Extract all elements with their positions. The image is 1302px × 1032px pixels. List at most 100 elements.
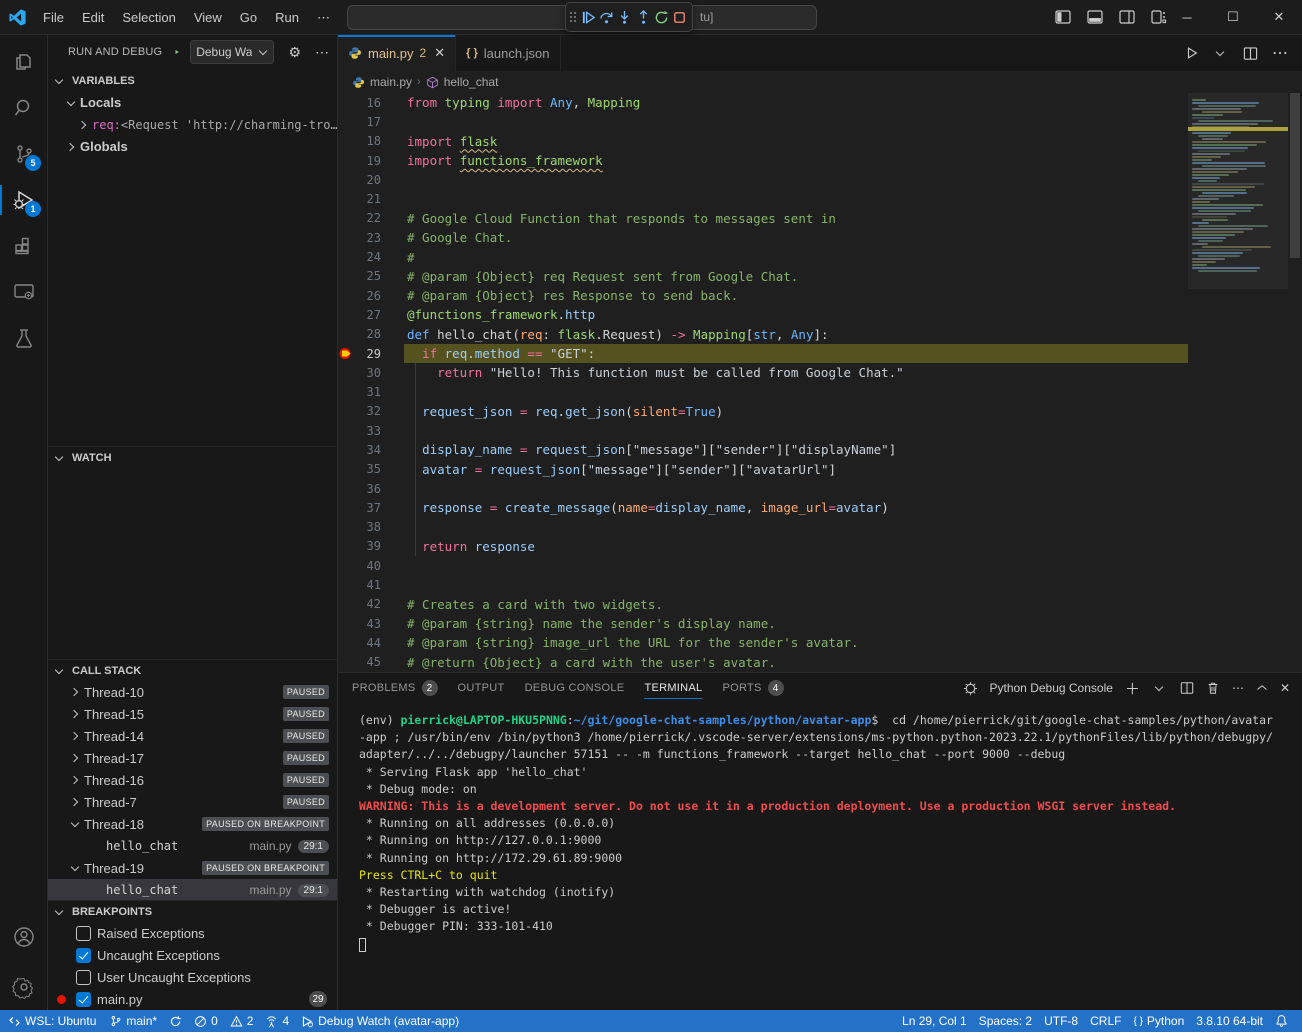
- toggle-secondary-sidebar-icon[interactable]: [1119, 9, 1135, 25]
- code-line[interactable]: 33: [338, 421, 1188, 440]
- breakpoint-gutter[interactable]: [338, 518, 356, 537]
- split-terminal-icon[interactable]: [1180, 681, 1194, 695]
- status-right-item[interactable]: 3.8.10 64-bit: [1190, 1014, 1269, 1028]
- breakpoint-gutter[interactable]: [338, 402, 356, 421]
- notifications-bell-icon[interactable]: [1269, 1014, 1294, 1027]
- breakpoint-gutter[interactable]: [338, 132, 356, 151]
- breakpoint-gutter[interactable]: [338, 267, 356, 286]
- breakpoint-gutter[interactable]: [338, 382, 356, 401]
- breakpoint-gutter[interactable]: [338, 189, 356, 208]
- breakpoint-gutter[interactable]: [338, 344, 356, 363]
- testing-icon[interactable]: [0, 315, 47, 361]
- breakpoint-item[interactable]: Raised Exceptions: [48, 922, 337, 944]
- breakpoint-gutter[interactable]: [338, 440, 356, 459]
- callstack-thread[interactable]: Thread-14PAUSED: [48, 725, 337, 747]
- menu-run[interactable]: Run: [266, 1, 308, 34]
- run-python-file-icon[interactable]: [1185, 46, 1199, 60]
- code-line[interactable]: 25# @param {Object} req Request sent fro…: [338, 267, 1188, 286]
- breakpoint-gutter[interactable]: [338, 556, 356, 575]
- breakpoint-gutter[interactable]: [338, 614, 356, 633]
- tab-launch.json[interactable]: { }launch.json: [456, 35, 560, 71]
- status-sync[interactable]: [163, 1010, 188, 1032]
- status-debug[interactable]: Debug Watch (avatar-app): [295, 1010, 465, 1032]
- code-line[interactable]: 16from typing import Any, Mapping: [338, 93, 1188, 112]
- breakpoint-gutter[interactable]: [338, 498, 356, 517]
- code-area[interactable]: 16from typing import Any, Mapping1718imp…: [338, 93, 1188, 672]
- code-line[interactable]: 34 display_name = request_json["message"…: [338, 440, 1188, 459]
- debug-settings-gear-icon[interactable]: ⚙: [288, 44, 301, 61]
- breakpoint-gutter[interactable]: [338, 595, 356, 614]
- run-and-debug-icon[interactable]: 1: [0, 177, 47, 223]
- step-over-button[interactable]: [598, 6, 614, 28]
- code-line[interactable]: 36: [338, 479, 1188, 498]
- code-line[interactable]: 23# Google Chat.: [338, 228, 1188, 247]
- breakpoint-gutter[interactable]: [338, 479, 356, 498]
- breakpoint-gutter[interactable]: [338, 421, 356, 440]
- code-line[interactable]: 29 if req.method == "GET":: [338, 344, 1188, 363]
- editor[interactable]: 16from typing import Any, Mapping1718imp…: [338, 93, 1302, 672]
- status-remote[interactable]: WSL: Ubuntu: [0, 1010, 104, 1032]
- panel-tab-ports[interactable]: PORTS4: [722, 673, 783, 703]
- code-line[interactable]: 22# Google Cloud Function that responds …: [338, 209, 1188, 228]
- breadcrumb-symbol[interactable]: hello_chat: [444, 75, 499, 89]
- breakpoint-checkbox[interactable]: [76, 948, 91, 963]
- callstack-thread[interactable]: Thread-19PAUSED ON BREAKPOINT: [48, 857, 337, 879]
- code-line[interactable]: 45# @return {Object} a card with the use…: [338, 653, 1188, 672]
- status-right-item[interactable]: Ln 29, Col 1: [896, 1014, 973, 1028]
- source-control-icon[interactable]: 5: [0, 131, 47, 177]
- status-branch[interactable]: main*: [104, 1010, 163, 1032]
- menu-file[interactable]: File: [34, 1, 73, 34]
- code-line[interactable]: 40: [338, 556, 1188, 575]
- callstack-thread[interactable]: Thread-10PAUSED: [48, 681, 337, 703]
- code-line[interactable]: 35 avatar = request_json["message"]["sen…: [338, 460, 1188, 479]
- call-stack-section-header[interactable]: CALL STACK: [48, 659, 337, 681]
- editor-scrollbar[interactable]: [1288, 93, 1302, 672]
- breakpoint-gutter[interactable]: [338, 460, 356, 479]
- callstack-thread[interactable]: Thread-18PAUSED ON BREAKPOINT: [48, 813, 337, 835]
- breakpoint-gutter[interactable]: [338, 247, 356, 266]
- account-icon[interactable]: [0, 914, 47, 960]
- breakpoint-gutter[interactable]: [338, 228, 356, 247]
- menu-selection[interactable]: Selection: [113, 1, 184, 34]
- variable-req[interactable]: req: <Request 'http://charming-tro…: [48, 114, 337, 136]
- callstack-frame[interactable]: hello_chatmain.py29:1: [48, 879, 337, 901]
- sidebar-more-actions-icon[interactable]: ⋯: [315, 44, 329, 61]
- panel-more-actions-icon[interactable]: ⋯: [1232, 681, 1244, 695]
- search-icon[interactable]: [0, 85, 47, 131]
- breakpoint-checkbox[interactable]: [76, 970, 91, 985]
- code-line[interactable]: 39 return response: [338, 537, 1188, 556]
- globals-group[interactable]: Globals: [48, 136, 337, 158]
- breakpoint-gutter[interactable]: [338, 151, 356, 170]
- close-panel-icon[interactable]: ✕: [1280, 681, 1290, 695]
- split-editor-icon[interactable]: [1243, 46, 1258, 61]
- explorer-icon[interactable]: [0, 39, 47, 85]
- continue-button[interactable]: [580, 6, 596, 28]
- breakpoint-gutter[interactable]: [338, 112, 356, 131]
- callstack-thread[interactable]: Thread-7PAUSED: [48, 791, 337, 813]
- breakpoints-section-header[interactable]: BREAKPOINTS: [48, 900, 337, 922]
- toggle-panel-icon[interactable]: [1087, 9, 1103, 25]
- remote-explorer-icon[interactable]: [0, 269, 47, 315]
- code-line[interactable]: 31: [338, 382, 1188, 401]
- breakpoint-gutter[interactable]: [338, 575, 356, 594]
- breakpoint-gutter[interactable]: [338, 170, 356, 189]
- debug-config-dropdown[interactable]: Debug Wa: [190, 40, 274, 64]
- restart-button[interactable]: [653, 6, 669, 28]
- code-line[interactable]: 20: [338, 170, 1188, 189]
- breakpoint-item[interactable]: User Uncaught Exceptions: [48, 966, 337, 988]
- step-into-button[interactable]: [617, 6, 633, 28]
- stop-button[interactable]: [672, 6, 688, 28]
- breakpoint-gutter[interactable]: [338, 93, 356, 112]
- callstack-thread[interactable]: Thread-15PAUSED: [48, 703, 337, 725]
- extensions-icon[interactable]: [0, 223, 47, 269]
- drag-handle-icon[interactable]: [570, 12, 576, 22]
- watch-section-header[interactable]: WATCH: [48, 446, 337, 468]
- code-line[interactable]: 38: [338, 518, 1188, 537]
- code-line[interactable]: 32 request_json = req.get_json(silent=Tr…: [338, 402, 1188, 421]
- scrollbar-thumb[interactable]: [1290, 93, 1300, 258]
- status-right-item[interactable]: UTF-8: [1038, 1014, 1084, 1028]
- status-error[interactable]: 0: [188, 1010, 224, 1032]
- menu-edit[interactable]: Edit: [73, 1, 113, 34]
- code-line[interactable]: 19import functions_framework: [338, 151, 1188, 170]
- variables-section-header[interactable]: VARIABLES: [48, 70, 337, 92]
